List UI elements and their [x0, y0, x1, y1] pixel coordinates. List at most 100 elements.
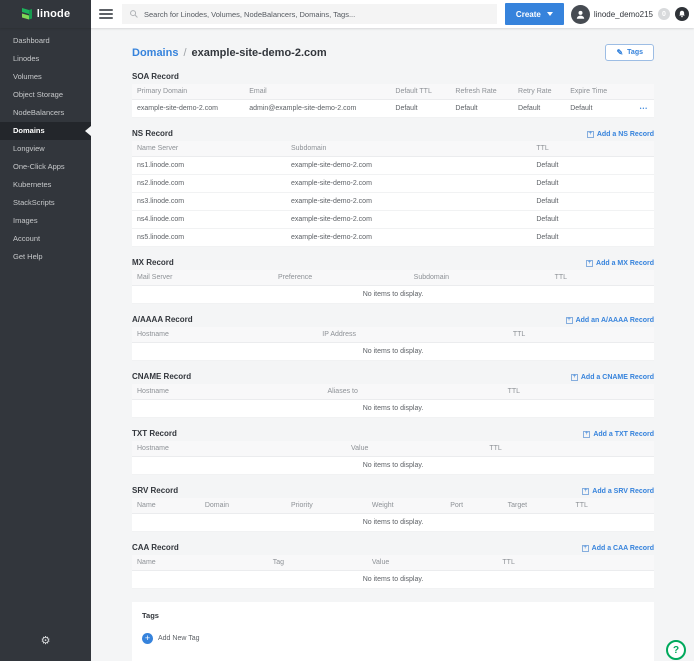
empty-message: No items to display. [132, 457, 654, 475]
logo-wordmark: linode [37, 8, 71, 20]
sidebar-item-images[interactable]: Images [0, 212, 91, 230]
sidebar-item-dashboard[interactable]: Dashboard [0, 32, 91, 50]
empty-row: No items to display. [132, 457, 654, 475]
table-cell: ns5.linode.com [132, 229, 286, 247]
record-section-a-aaaa-record: A/AAAA Record +Add an A/AAAA Record Hostna… [132, 312, 654, 361]
linode-logo[interactable]: linode [0, 0, 91, 28]
doc-count-badge[interactable]: 0 [658, 8, 670, 20]
chevron-down-icon [547, 12, 553, 16]
tags-button[interactable]: ✎ Tags [605, 44, 654, 61]
column-header: Name Server [132, 141, 286, 157]
column-header: Default TTL [390, 84, 450, 100]
search-input[interactable] [144, 10, 490, 19]
notifications-button[interactable] [675, 7, 689, 21]
column-header: Weight [367, 498, 445, 514]
column-header [630, 84, 654, 100]
sidebar-item-linodes[interactable]: Linodes [0, 50, 91, 68]
pencil-icon: ✎ [616, 49, 623, 57]
more-options-icon[interactable]: ••• [640, 107, 648, 112]
section-title: MX Record [132, 258, 174, 267]
sidebar-item-volumes[interactable]: Volumes [0, 68, 91, 86]
column-header: TTL [508, 327, 654, 343]
table-cell: Default [450, 100, 513, 118]
column-header: TTL [550, 270, 654, 286]
username-label[interactable]: linode_demo215 [594, 10, 653, 19]
empty-row: No items to display. [132, 400, 654, 418]
column-header: TTL [503, 384, 654, 400]
table-cell: Default [531, 175, 654, 193]
txt-record-table: HostnameValueTTLNo items to display. [132, 441, 654, 475]
add-srv-record-link[interactable]: +Add a SRV Record [582, 488, 654, 495]
plus-box-icon: + [566, 317, 573, 324]
table-cell: ns3.linode.com [132, 193, 286, 211]
section-title: CNAME Record [132, 372, 191, 381]
column-header: Domain [200, 498, 286, 514]
section-title: A/AAAA Record [132, 315, 193, 324]
sidebar-item-kubernetes[interactable]: Kubernetes [0, 176, 91, 194]
sidebar-item-domains[interactable]: Domains [0, 122, 91, 140]
table-cell: example-site-demo-2.com [132, 100, 244, 118]
add-caa-record-link[interactable]: +Add a CAA Record [582, 545, 654, 552]
column-header: Value [367, 555, 498, 571]
avatar[interactable] [571, 5, 590, 24]
section-title: CAA Record [132, 543, 179, 552]
table-cell: example-site-demo-2.com [286, 229, 531, 247]
create-button[interactable]: Create [505, 3, 564, 25]
plus-circle-icon: + [142, 633, 153, 644]
add-new-tag-button[interactable]: + Add New Tag [142, 633, 644, 644]
add-cname-record-link[interactable]: +Add a CNAME Record [571, 374, 654, 381]
table-cell: Default [531, 193, 654, 211]
empty-row: No items to display. [132, 286, 654, 304]
a-aaaa-record-table: HostnameIP AddressTTLNo items to display… [132, 327, 654, 361]
breadcrumb-domains-link[interactable]: Domains [132, 47, 178, 59]
column-header: Email [244, 84, 390, 100]
column-header: Refresh Rate [450, 84, 513, 100]
user-icon [575, 9, 586, 20]
plus-box-icon: + [582, 488, 589, 495]
column-header: Name [132, 555, 268, 571]
table-header-row: HostnameValueTTL [132, 441, 654, 457]
add-mx-record-link[interactable]: +Add a MX Record [586, 260, 654, 267]
sidebar-item-account[interactable]: Account [0, 230, 91, 248]
empty-row: No items to display. [132, 343, 654, 361]
table-cell: Default [531, 229, 654, 247]
column-header: Primary Domain [132, 84, 244, 100]
plus-box-icon: + [586, 260, 593, 267]
empty-row: No items to display. [132, 514, 654, 532]
menu-icon[interactable] [99, 7, 113, 21]
sidebar-item-get-help[interactable]: Get Help [0, 248, 91, 266]
add-txt-record-link[interactable]: +Add a TXT Record [583, 431, 654, 438]
cname-record-table: HostnameAliases toTTLNo items to display… [132, 384, 654, 418]
column-header: Tag [268, 555, 367, 571]
section-title: NS Record [132, 129, 173, 138]
sidebar-item-nodebalancers[interactable]: NodeBalancers [0, 104, 91, 122]
column-header: TTL [497, 555, 654, 571]
gear-icon[interactable]: ⚙ [41, 636, 51, 647]
table-row: ns5.linode.comexample-site-demo-2.comDef… [132, 229, 654, 247]
breadcrumb: Domains / example-site-demo-2.com ✎ Tags [132, 44, 654, 61]
record-section-soa-record: SOA RecordPrimary DomainEmailDefault TTL… [132, 69, 654, 118]
global-search[interactable] [122, 4, 497, 24]
record-section-txt-record: TXT Record+Add a TXT RecordHostnameValue… [132, 426, 654, 475]
table-cell: ns4.linode.com [132, 211, 286, 229]
sidebar-item-stackscripts[interactable]: StackScripts [0, 194, 91, 212]
table-header-row: Name ServerSubdomainTTL [132, 141, 654, 157]
empty-message: No items to display. [132, 571, 654, 589]
column-header: Aliases to [323, 384, 503, 400]
help-button[interactable]: ? [666, 640, 686, 660]
add-ns-record-link[interactable]: +Add a NS Record [587, 131, 654, 138]
empty-message: No items to display. [132, 514, 654, 532]
table-cell: ns2.linode.com [132, 175, 286, 193]
mx-record-table: Mail ServerPreferenceSubdomainTTLNo item… [132, 270, 654, 304]
sidebar-item-object-storage[interactable]: Object Storage [0, 86, 91, 104]
table-cell: example-site-demo-2.com [286, 211, 531, 229]
plus-box-icon: + [582, 545, 589, 552]
column-header: Target [503, 498, 571, 514]
table-cell: Default [531, 211, 654, 229]
sidebar-item-longview[interactable]: Longview [0, 140, 91, 158]
plus-box-icon: + [571, 374, 578, 381]
column-header: TTL [484, 441, 654, 457]
sidebar-item-one-click-apps[interactable]: One-Click Apps [0, 158, 91, 176]
table-header-row: HostnameAliases toTTL [132, 384, 654, 400]
add-a-aaaa-record-link[interactable]: +Add an A/AAAA Record [566, 317, 654, 324]
